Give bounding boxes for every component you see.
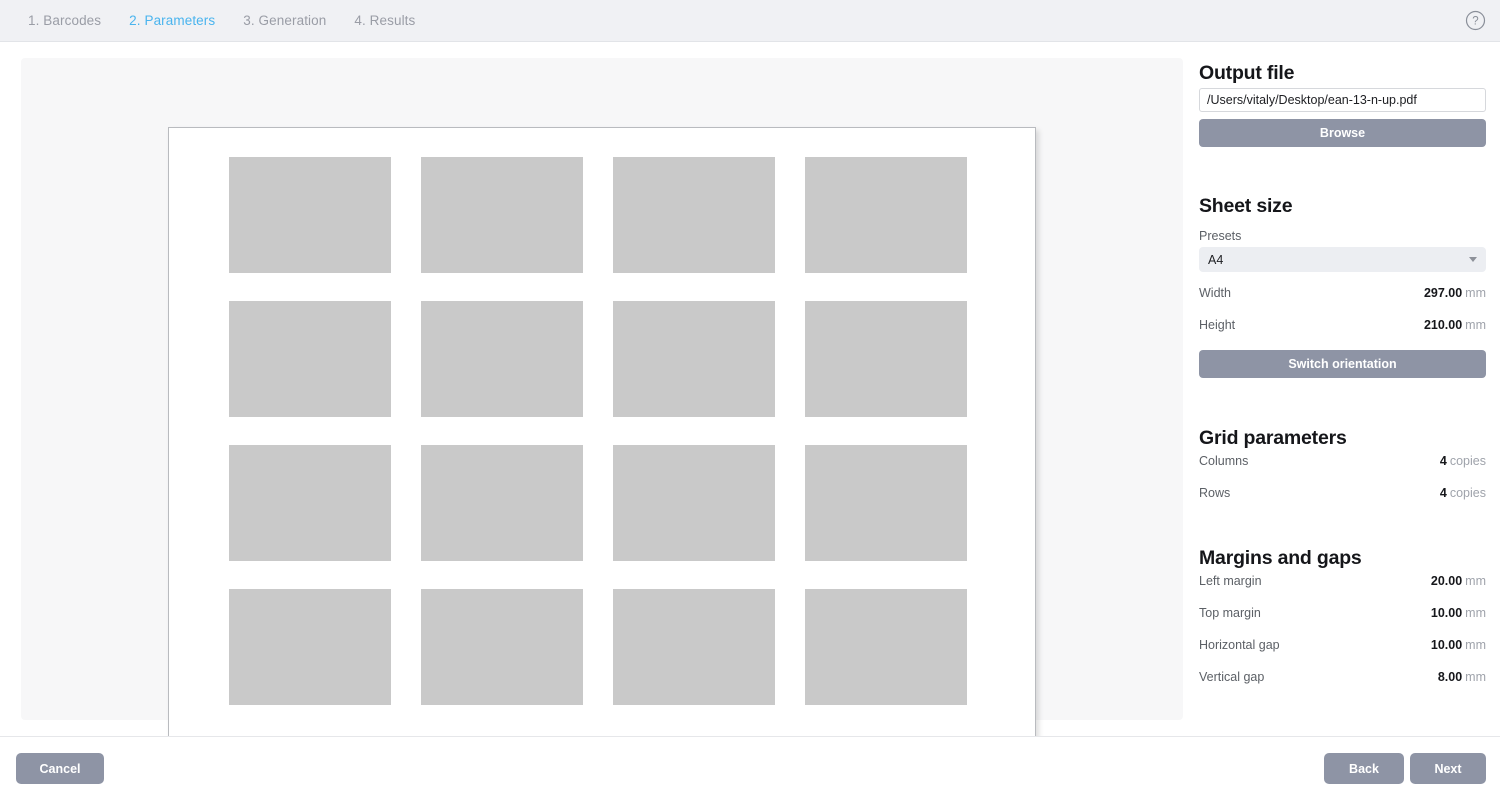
grid-parameters-heading: Grid parameters [1199,427,1347,449]
sheet-size-heading: Sheet size [1199,195,1293,217]
wizard-step-parameters[interactable]: 2. Parameters [115,9,229,32]
sheet-height-unit: mm [1465,318,1486,332]
vertical-gap-unit: mm [1465,670,1486,684]
left-margin-row: Left margin 20.00 mm [1199,572,1486,590]
horizontal-gap-value-group[interactable]: 10.00 mm [1431,636,1486,654]
horizontal-gap-value: 10.00 [1430,638,1463,652]
sheet-preset-select[interactable]: A4 [1199,247,1486,272]
back-button[interactable]: Back [1324,753,1404,784]
horizontal-gap-label: Horizontal gap [1199,638,1280,652]
vertical-gap-label: Vertical gap [1199,670,1265,684]
sheet-width-value-group[interactable]: 297.00 mm [1424,284,1486,302]
sheet-preview [168,127,1036,739]
grid-columns-label: Columns [1199,454,1249,468]
left-margin-unit: mm [1465,574,1486,588]
sheet-width-label: Width [1199,286,1231,300]
chevron-down-icon [1469,257,1477,262]
top-margin-row: Top margin 10.00 mm [1199,604,1486,622]
barcode-placeholder-cell [613,157,775,273]
next-button[interactable]: Next [1410,753,1486,784]
barcode-placeholder-cell [421,301,583,417]
sheet-width-row: Width 297.00 mm [1199,284,1486,302]
output-path-input[interactable] [1199,88,1486,112]
barcode-placeholder-cell [421,445,583,561]
barcode-placeholder-cell [229,445,391,561]
top-margin-value: 10.00 [1430,606,1463,620]
wizard-steps: 1. Barcodes 2. Parameters 3. Generation … [0,9,429,32]
left-margin-label: Left margin [1199,574,1262,588]
grid-columns-value-group[interactable]: 4 copies [1440,452,1486,470]
main-body: Output file Browse Sheet size Presets A4… [0,42,1500,739]
wizard-step-barcodes[interactable]: 1. Barcodes [14,9,115,32]
barcode-placeholder-cell [229,589,391,705]
barcode-placeholder-cell [229,301,391,417]
top-margin-label: Top margin [1199,606,1261,620]
vertical-gap-value: 8.00 [1437,670,1463,684]
top-margin-unit: mm [1465,606,1486,620]
grid-columns-unit: copies [1449,454,1486,468]
sheet-width-unit: mm [1465,286,1486,300]
left-margin-value-group[interactable]: 20.00 mm [1431,572,1486,590]
cancel-button[interactable]: Cancel [16,753,104,784]
grid-rows-value-group[interactable]: 4 copies [1440,484,1486,502]
barcode-placeholder-cell [229,157,391,273]
wizard-step-results[interactable]: 4. Results [340,9,429,32]
barcode-placeholder-cell [613,445,775,561]
left-margin-value: 20.00 [1430,574,1463,588]
top-margin-value-group[interactable]: 10.00 mm [1431,604,1486,622]
grid-columns-value: 4 [1439,454,1447,468]
help-circle-icon[interactable]: ? [1464,10,1486,32]
grid-columns-row: Columns 4 copies [1199,452,1486,470]
horizontal-gap-unit: mm [1465,638,1486,652]
barcode-placeholder-cell [421,589,583,705]
sheet-height-label: Height [1199,318,1236,332]
parameters-panel: Output file Browse Sheet size Presets A4… [1199,42,1486,736]
sheet-height-value-group[interactable]: 210.00 mm [1424,316,1486,334]
grid-rows-unit: copies [1449,486,1486,500]
switch-orientation-button[interactable]: Switch orientation [1199,350,1486,378]
footer-bar: Cancel Back Next [0,736,1500,795]
horizontal-gap-row: Horizontal gap 10.00 mm [1199,636,1486,654]
margins-and-gaps-heading: Margins and gaps [1199,547,1362,569]
vertical-gap-row: Vertical gap 8.00 mm [1199,668,1486,686]
barcode-placeholder-cell [805,301,967,417]
grid-rows-value: 4 [1439,486,1447,500]
presets-label: Presets [1199,229,1242,243]
grid-rows-label: Rows [1199,486,1231,500]
vertical-gap-value-group[interactable]: 8.00 mm [1438,668,1486,686]
output-file-heading: Output file [1199,62,1295,84]
barcode-placeholder-cell [613,301,775,417]
svg-text:?: ? [1472,16,1478,28]
sheet-height-row: Height 210.00 mm [1199,316,1486,334]
barcode-placeholder-cell [805,157,967,273]
browse-button[interactable]: Browse [1199,119,1486,147]
barcode-placeholder-cell [613,589,775,705]
sheet-preset-value: A4 [1208,252,1224,267]
preview-canvas [21,58,1183,739]
sheet-height-value: 210.00 [1423,318,1463,332]
wizard-step-generation[interactable]: 3. Generation [229,9,340,32]
barcode-placeholder-cell [805,445,967,561]
barcode-placeholder-cell [805,589,967,705]
barcode-placeholder-cell [421,157,583,273]
grid-rows-row: Rows 4 copies [1199,484,1486,502]
sheet-width-value: 297.00 [1423,286,1463,300]
wizard-header: 1. Barcodes 2. Parameters 3. Generation … [0,0,1500,42]
